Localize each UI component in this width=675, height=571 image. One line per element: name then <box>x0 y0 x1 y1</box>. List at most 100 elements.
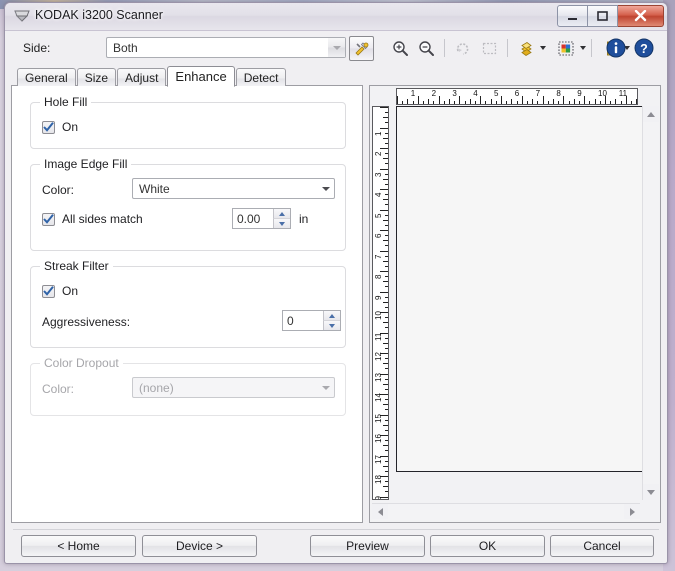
ruler-tick <box>521 96 523 104</box>
color-dropout-color-select: (none) <box>132 377 335 398</box>
streak-filter-on-row[interactable]: On <box>42 284 78 298</box>
ruler-tick <box>385 224 388 226</box>
ruler-tick <box>383 465 388 467</box>
horizontal-scrollbar[interactable] <box>372 503 640 520</box>
preview-pane: 1 2 3 4 5 6 7 8 9 10 11 1 2 3 4 5 6 7 8 9 10 11 12 13 14 15 16 17 1… <box>369 85 661 523</box>
side-select[interactable]: Both <box>106 37 346 58</box>
ruler-tick <box>385 491 388 493</box>
help-icon[interactable]: ? <box>631 36 657 60</box>
all-sides-match-checkbox[interactable] <box>42 212 55 226</box>
ruler-tick <box>385 173 388 175</box>
color-mode-dropdown[interactable] <box>553 36 586 60</box>
close-button[interactable] <box>618 5 664 27</box>
ruler-number: 5 <box>374 213 383 218</box>
stepper-up-icon[interactable] <box>323 311 340 321</box>
ruler-tick <box>553 99 554 104</box>
side-label: Side: <box>23 41 51 55</box>
content-area: General Size Adjust Enhance Detect Hole … <box>11 65 661 523</box>
ruler-tick <box>490 99 492 104</box>
info-icon[interactable] <box>603 36 629 60</box>
ruler-number: 2 <box>431 89 437 98</box>
minimize-button[interactable] <box>557 5 588 27</box>
ruler-number: 10 <box>598 89 607 98</box>
edge-fill-value-stepper[interactable]: 0.00 <box>232 208 291 229</box>
color-dropout-color-value: (none) <box>139 380 174 395</box>
color-mode-icon[interactable] <box>553 36 579 60</box>
chevron-down-icon <box>317 378 334 397</box>
ruler-tick <box>438 96 440 104</box>
ruler-number: 4 <box>374 192 383 197</box>
image-stack-dropdown[interactable] <box>513 36 546 60</box>
all-sides-match-row[interactable]: All sides match <box>42 212 143 226</box>
ruler-tick <box>501 96 502 104</box>
stepper-buttons[interactable] <box>273 209 290 228</box>
ruler-tick <box>464 101 466 104</box>
all-sides-match-label: All sides match <box>62 212 143 226</box>
preview-button[interactable]: Preview <box>310 535 425 557</box>
streak-filter-legend: Streak Filter <box>40 259 113 273</box>
vertical-scrollbar[interactable] <box>642 106 659 500</box>
aggressiveness-stepper[interactable]: 0 <box>282 310 341 331</box>
ruler-tick <box>495 101 497 104</box>
ruler-number: 8 <box>556 89 561 98</box>
ruler-tick <box>620 101 622 104</box>
image-toolbar <box>387 34 630 62</box>
hole-fill-on-checkbox[interactable] <box>42 120 55 134</box>
ruler-tick <box>385 286 388 288</box>
stepper-buttons[interactable] <box>323 311 340 330</box>
ruler-tick <box>385 327 388 329</box>
side-select-value: Both <box>113 40 138 55</box>
ruler-tick <box>385 112 388 114</box>
zoom-in-icon[interactable] <box>387 36 413 60</box>
ruler-tick <box>383 178 388 180</box>
ruler-tick <box>385 296 388 298</box>
chevron-down-icon[interactable] <box>580 46 586 50</box>
stepper-down-icon[interactable] <box>273 219 290 228</box>
image-stack-icon[interactable] <box>513 36 539 60</box>
preview-page[interactable] <box>396 106 646 472</box>
ruler-tick <box>385 409 388 411</box>
maximize-button[interactable] <box>588 5 618 27</box>
ruler-number: 8 <box>374 274 383 279</box>
streak-filter-on-checkbox[interactable] <box>42 284 55 298</box>
wrench-screwdriver-icon[interactable] <box>349 36 374 61</box>
tab-bar: General Size Adjust Enhance Detect <box>17 65 287 87</box>
device-button[interactable]: Device > <box>142 535 257 557</box>
ruler-tick <box>385 194 388 196</box>
ruler-tick <box>594 99 596 104</box>
ruler-tick <box>383 424 388 426</box>
ok-button[interactable]: OK <box>430 535 545 557</box>
chevron-down-icon[interactable] <box>540 46 546 50</box>
scroll-right-arrow[interactable] <box>624 504 640 519</box>
ruler-tick <box>454 101 456 104</box>
chevron-down-icon[interactable] <box>317 179 334 198</box>
ruler-number: 13 <box>374 372 383 382</box>
ruler-number: 1 <box>374 131 383 136</box>
chevron-down-icon[interactable] <box>328 38 345 57</box>
ruler-tick <box>636 99 637 104</box>
tab-detect[interactable]: Detect <box>235 68 287 86</box>
tab-adjust[interactable]: Adjust <box>117 68 167 86</box>
stepper-down-icon[interactable] <box>323 321 340 330</box>
toolbar-row: Side: Both ? <box>11 34 661 62</box>
color-dropout-legend: Color Dropout <box>40 356 123 370</box>
home-button[interactable]: < Home <box>21 535 136 557</box>
scroll-left-arrow[interactable] <box>372 504 388 519</box>
tab-size[interactable]: Size <box>76 68 117 86</box>
tab-general[interactable]: General <box>17 68 76 86</box>
vertical-ruler: 12345678910111213141516171819 <box>372 106 389 500</box>
edge-fill-color-select[interactable]: White <box>132 178 335 199</box>
hole-fill-on-row[interactable]: On <box>42 120 78 134</box>
stepper-up-icon[interactable] <box>273 209 290 219</box>
ruler-tick <box>385 337 388 339</box>
ruler-tick <box>417 96 419 104</box>
scroll-up-arrow[interactable] <box>643 106 659 122</box>
ruler-tick <box>610 101 612 104</box>
ruler-tick <box>563 96 565 104</box>
ruler-tick <box>380 271 388 272</box>
tab-enhance[interactable]: Enhance <box>167 66 235 87</box>
zoom-out-icon[interactable] <box>413 36 439 60</box>
cancel-button[interactable]: Cancel <box>550 535 654 557</box>
scroll-down-arrow[interactable] <box>643 484 659 500</box>
streak-filter-on-label: On <box>62 284 79 298</box>
